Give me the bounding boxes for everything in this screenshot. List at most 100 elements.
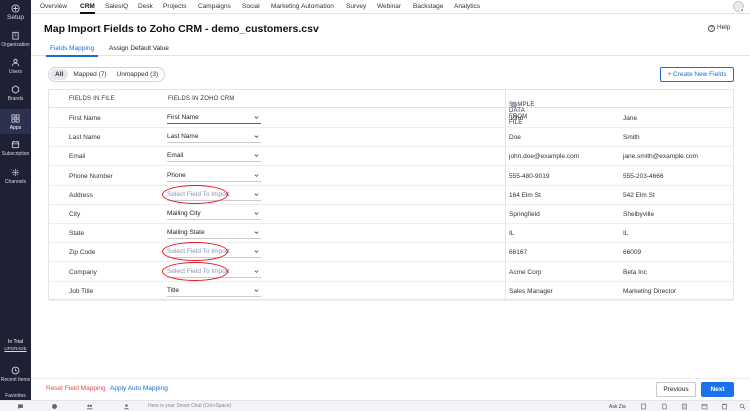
tab-campaigns[interactable]: Campaigns — [198, 3, 231, 10]
crm-field-value: Title — [167, 286, 180, 294]
brands-icon — [11, 85, 20, 94]
ask-zia-button[interactable]: Ask Zia — [609, 404, 626, 410]
rail-item-channels[interactable]: Channels — [0, 168, 31, 186]
crm-field-select[interactable]: Mailing City — [167, 208, 261, 220]
rail-item-apps[interactable]: Apps — [0, 109, 31, 134]
tab-marketing-automation[interactable]: Marketing Automation — [271, 3, 334, 10]
rail-item-subscription[interactable]: Subscription — [0, 140, 31, 158]
tab-analytics[interactable]: Analytics — [454, 3, 480, 10]
field-in-file: First Name — [69, 115, 101, 122]
header-fields-in-file: FIELDS IN FILE — [69, 96, 115, 102]
crm-field-select[interactable]: Last Name — [167, 131, 261, 144]
create-new-fields-button[interactable]: + Create New Fields — [660, 67, 734, 82]
calendar-icon[interactable] — [701, 403, 708, 410]
sample-data-1: 164 Elm St — [509, 191, 541, 199]
user-icon[interactable] — [123, 403, 130, 410]
chat-icon[interactable] — [17, 403, 24, 410]
sample-data-1: Acme Corp — [509, 268, 542, 276]
tab-social[interactable]: Social — [242, 3, 260, 10]
organization-icon — [12, 31, 19, 40]
upgrade-link[interactable]: UPGRADE — [0, 346, 31, 351]
rail-label-users: Users — [8, 69, 23, 75]
crm-field-select[interactable]: First Name — [167, 112, 261, 124]
file-icon[interactable] — [661, 403, 668, 410]
tab-assign-default-value[interactable]: Assign Default Value — [109, 45, 169, 52]
tab-salesiq[interactable]: SalesIQ — [105, 3, 128, 10]
crm-field-select[interactable]: Phone — [167, 170, 261, 182]
rail-label-recent: Recent Items — [0, 377, 31, 383]
filter-all[interactable]: All — [50, 69, 69, 80]
sample-data-2: 555-203-4666 — [623, 172, 664, 180]
smart-chat-input[interactable]: Here is your Smart Chat (Ctrl+Space) — [148, 403, 231, 409]
rail-item-organization[interactable]: Organization — [0, 31, 31, 49]
table-row: Address Select Field To Import 164 Elm St 5… — [49, 184, 733, 205]
previous-button[interactable]: Previous — [656, 382, 696, 397]
tab-crm[interactable]: CRM — [80, 3, 95, 14]
highlight-circle — [162, 242, 228, 262]
sample-data-1: Sales Manager — [509, 287, 553, 295]
help-label: Help — [717, 24, 731, 31]
apply-auto-mapping-link[interactable]: Apply Auto Mapping — [110, 385, 168, 392]
filter-unmapped[interactable]: Unmapped (3) — [112, 69, 164, 80]
sample-data-1: John — [509, 115, 524, 122]
tab-overview[interactable]: Overview — [40, 3, 67, 10]
tab-projects[interactable]: Projects — [163, 3, 186, 10]
rail-label-subscription: Subscription — [1, 151, 30, 157]
tab-fields-mapping[interactable]: Fields Mapping — [45, 45, 99, 57]
avatar[interactable] — [733, 1, 744, 12]
setup-icon — [11, 4, 20, 13]
filter-mapped[interactable]: Mapped (7) — [68, 69, 111, 80]
chevron-down-icon — [254, 269, 259, 273]
bottom-bar: Here is your Smart Chat (Ctrl+Space) Ask… — [0, 400, 750, 411]
document-icon[interactable] — [681, 403, 688, 410]
rail-label-organization: Organization — [1, 42, 30, 48]
chevron-down-icon — [254, 212, 259, 215]
setup-menu[interactable]: Setup — [0, 4, 31, 21]
sample-data-2: IL — [623, 230, 629, 238]
rail-item-recent[interactable]: Recent Items — [0, 366, 31, 383]
page-title: Map Import Fields to Zoho CRM - demo_cus… — [44, 23, 319, 35]
channels-icon — [11, 168, 20, 177]
reset-field-mapping-link[interactable]: Reset Field Mapping — [46, 385, 106, 392]
field-in-file: Company — [69, 268, 97, 276]
crm-field-value: Mailing City — [167, 210, 201, 217]
search-icon[interactable] — [739, 403, 746, 410]
field-in-file: Address — [69, 191, 93, 199]
field-in-file: Job Title — [69, 287, 94, 295]
crm-field-value: First Name — [167, 114, 199, 121]
crm-field-select[interactable]: Title — [167, 285, 261, 297]
rail-label-channels: Channels — [4, 179, 27, 185]
table-row: Company Select Field To Import Acme Corp Be… — [49, 261, 733, 282]
table-row: State Mailing State IL IL — [49, 224, 733, 244]
contacts-icon[interactable] — [86, 403, 93, 410]
table-row: Zip Code Select Field To Import 66167 66009 — [49, 242, 733, 263]
chevron-down-icon — [254, 173, 259, 177]
tab-desk[interactable]: Desk — [138, 3, 153, 10]
crm-field-value: Last Name — [167, 133, 199, 141]
crm-field-select[interactable]: Mailing State — [167, 227, 261, 240]
tab-webinar[interactable]: Webinar — [377, 3, 401, 10]
chevron-down-icon — [254, 154, 259, 158]
clipboard-icon[interactable] — [721, 403, 728, 410]
info-icon[interactable]: i — [511, 102, 517, 108]
sample-data-1: 66167 — [509, 249, 528, 257]
notes-icon[interactable] — [640, 403, 647, 410]
field-in-file: Email — [69, 153, 86, 161]
tab-survey[interactable]: Survey — [346, 3, 366, 10]
rail-item-users[interactable]: Users — [0, 58, 31, 76]
help-link[interactable]: ? Help — [708, 24, 730, 32]
sample-data-1: john.doe@example.com — [509, 153, 580, 161]
field-in-file: Phone Number — [69, 172, 113, 180]
tab-backstage[interactable]: Backstage — [413, 3, 443, 10]
trial-status: In Trial UPGRADE — [0, 339, 31, 351]
online-status-dot — [740, 8, 744, 12]
rail-item-brands[interactable]: Brands — [0, 85, 31, 103]
table-row: Last Name Last Name Doe Smith — [49, 128, 733, 148]
next-button[interactable]: Next — [701, 382, 734, 397]
users-icon — [11, 58, 20, 67]
field-in-file: Last Name — [69, 134, 101, 142]
channels-chat-icon[interactable] — [51, 403, 58, 410]
crm-field-select[interactable]: Email — [167, 150, 261, 163]
subscription-icon — [11, 140, 20, 149]
field-in-file: Zip Code — [69, 249, 96, 257]
